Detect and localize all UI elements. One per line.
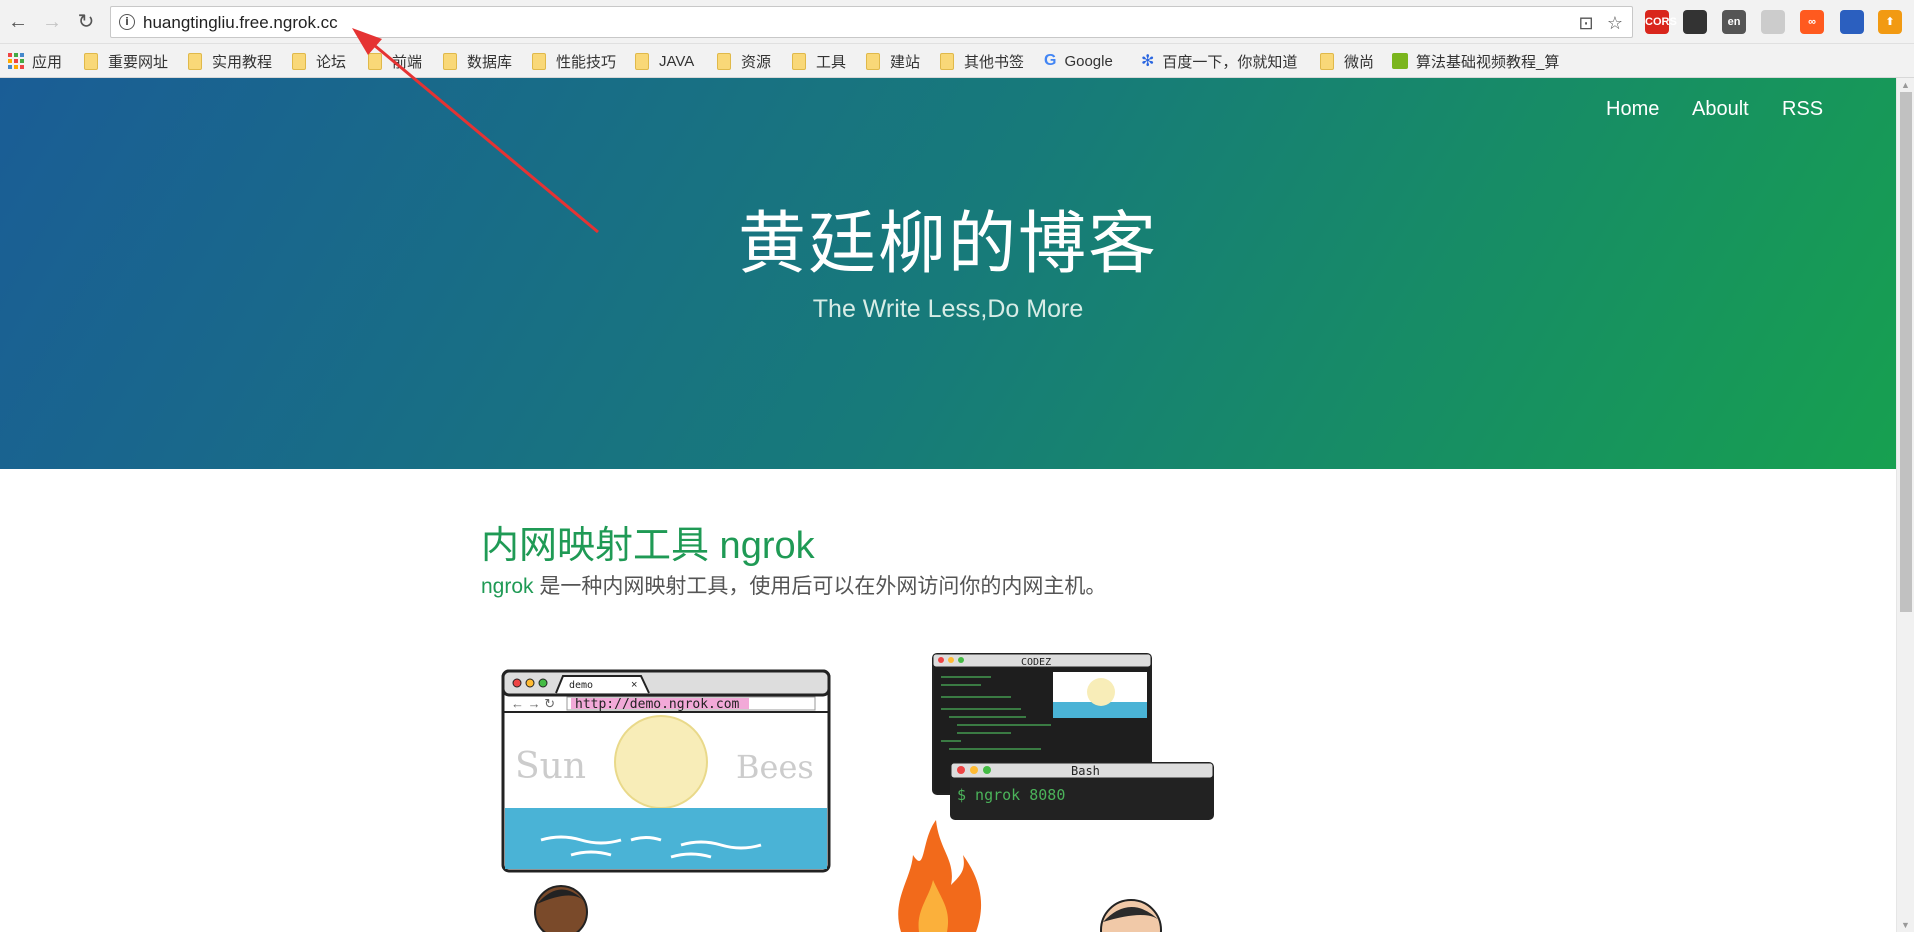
shield-icon[interactable] [1761, 10, 1785, 34]
evernote-icon[interactable] [1683, 10, 1707, 34]
scroll-thumb[interactable] [1900, 92, 1912, 612]
upload-icon[interactable]: ⬆ [1878, 10, 1902, 34]
folder-icon [940, 52, 954, 70]
post-title[interactable]: 内网映射工具 ngrok [481, 514, 815, 569]
folder-icon [368, 52, 382, 70]
folder-icon [84, 52, 98, 70]
bookmark-item[interactable]: 建站 [866, 44, 920, 78]
nav-about[interactable]: Aboult [1692, 98, 1749, 121]
illus-sun-icon [614, 715, 708, 809]
bookmark-item[interactable]: 重要网址 [84, 44, 168, 78]
post-description: ngrok 是一种内网映射工具，使用后可以在外网访问你的内网主机。 [481, 570, 1106, 600]
address-bar[interactable]: i huangtingliu.free.ngrok.cc ⊡ ☆ [110, 6, 1633, 38]
bookmark-label: 实用教程 [212, 53, 273, 71]
bookmark-label: 数据库 [467, 53, 513, 71]
site-subtitle: The Write Less,Do More [812, 295, 1084, 323]
calendar-icon[interactable] [1840, 10, 1864, 34]
translate-icon[interactable]: ⊡ [1575, 12, 1597, 34]
bookmark-apps-label: 应用 [32, 53, 63, 71]
illus-browser-window: demo × ← → ↻ http://demo.ngrok.com Sun B… [501, 669, 831, 873]
site-title: 黄廷柳的博客 [737, 206, 1158, 282]
bookmark-item[interactable]: 微尚 [1320, 44, 1374, 78]
folder-icon [532, 52, 546, 70]
post-description-text: 是一种内网映射工具，使用后可以在外网访问你的内网主机。 [533, 575, 1107, 598]
bookmark-item[interactable]: 算法基础视频教程_算 [1392, 44, 1559, 78]
scroll-down-icon[interactable]: ▼ [1901, 920, 1910, 930]
bookmark-label: 性能技巧 [556, 53, 617, 71]
folder-icon [443, 52, 457, 70]
folder-icon [1320, 52, 1334, 70]
illus-browser-tab: demo [569, 680, 593, 691]
nav-home[interactable]: Home [1606, 98, 1659, 121]
forward-button[interactable]: → [40, 10, 64, 34]
bookmark-label: Google [1064, 52, 1113, 70]
arrow-left-icon: ← [8, 11, 28, 33]
bookmark-apps[interactable]: 应用 [8, 44, 62, 78]
bookmark-item[interactable]: ✻ 百度一下，你就知道 [1141, 44, 1297, 78]
apps-grid-icon [8, 53, 24, 69]
bookmark-label: 工具 [816, 53, 847, 71]
illus-terminal-title: Bash [1071, 764, 1100, 778]
folder-icon [292, 52, 306, 70]
browser-toolbar: ← → ↻ i huangtingliu.free.ngrok.cc ⊡ ☆ C… [0, 0, 1914, 44]
folder-icon [635, 52, 649, 70]
bookmark-item[interactable]: JAVA [635, 44, 694, 78]
bookmark-label: 百度一下，你就知道 [1162, 53, 1298, 71]
bookmark-item[interactable]: 数据库 [443, 44, 512, 78]
folder-icon [792, 52, 806, 70]
bookmark-item[interactable]: 性能技巧 [532, 44, 616, 78]
star-icon[interactable]: ☆ [1604, 12, 1626, 34]
back-button[interactable]: ← [6, 10, 30, 34]
bookmark-item[interactable]: G Google [1044, 44, 1113, 78]
illus-terminal-window: Bash $ ngrok 8080 [950, 762, 1214, 820]
infinity-icon[interactable]: ∞ [1800, 10, 1824, 34]
google-icon: G [1044, 52, 1057, 69]
bookmark-label: 重要网址 [108, 53, 169, 71]
folder-icon [717, 52, 731, 70]
bookmark-label: 算法基础视频教程_算 [1416, 53, 1560, 71]
nav-rss[interactable]: RSS [1782, 98, 1823, 121]
bookmark-label: 微尚 [1344, 53, 1375, 71]
translate-ext-icon[interactable]: en [1722, 10, 1746, 34]
arrow-right-icon: → [42, 11, 62, 33]
bookmark-label: 前端 [392, 53, 423, 71]
illus-browser-url: http://demo.ngrok.com [575, 697, 740, 712]
bookmark-item[interactable]: 实用教程 [188, 44, 272, 78]
info-icon[interactable]: i [119, 14, 135, 30]
bookmark-item[interactable]: 工具 [792, 44, 846, 78]
bookmark-item[interactable]: 论坛 [292, 44, 346, 78]
bookmark-label: 其他书签 [964, 53, 1025, 71]
page-scrollbar[interactable]: ▲ ▼ [1896, 78, 1914, 932]
bookmark-item[interactable]: 前端 [368, 44, 422, 78]
bookmarks-bar: 应用 重要网址 实用教程 论坛 前端 数据库 性能技巧 JAVA 资源 工具 建站 其他书签 G Goo… [0, 44, 1914, 78]
site-hero: Home Aboult RSS 黄廷柳的博客 The Write Less,Do… [0, 78, 1896, 469]
folder-icon [188, 52, 202, 70]
close-icon: × [631, 679, 637, 691]
illus-brand-left: Sun [515, 746, 586, 787]
address-url[interactable]: huangtingliu.free.ngrok.cc [143, 13, 338, 33]
bookmark-label: 资源 [741, 53, 772, 71]
reload-button[interactable]: ↻ [74, 10, 98, 34]
bookmark-label: 建站 [890, 53, 921, 71]
cors-extension-icon[interactable]: CORS [1645, 10, 1677, 34]
folder-icon [866, 52, 880, 70]
illus-editor-title: CODEZ [1021, 657, 1051, 668]
baidu-paw-icon: ✻ [1141, 53, 1155, 70]
ngrok-illustration: demo × ← → ↻ http://demo.ngrok.com Sun B… [501, 653, 1214, 932]
illus-terminal-command: $ ngrok 8080 [957, 786, 1065, 804]
scroll-up-icon[interactable]: ▲ [1901, 80, 1910, 90]
post-keyword: ngrok [481, 575, 534, 598]
illus-nav-arrows-icon: ← → ↻ [511, 696, 555, 711]
reload-icon: ↻ [77, 11, 95, 33]
bookmark-label: 论坛 [316, 53, 347, 71]
site-favicon-icon [1392, 53, 1408, 69]
bookmark-item[interactable]: 其他书签 [940, 44, 1024, 78]
bookmark-label: JAVA [659, 52, 695, 70]
bookmark-item[interactable]: 资源 [717, 44, 771, 78]
illus-brand-right: Bees [736, 748, 814, 786]
